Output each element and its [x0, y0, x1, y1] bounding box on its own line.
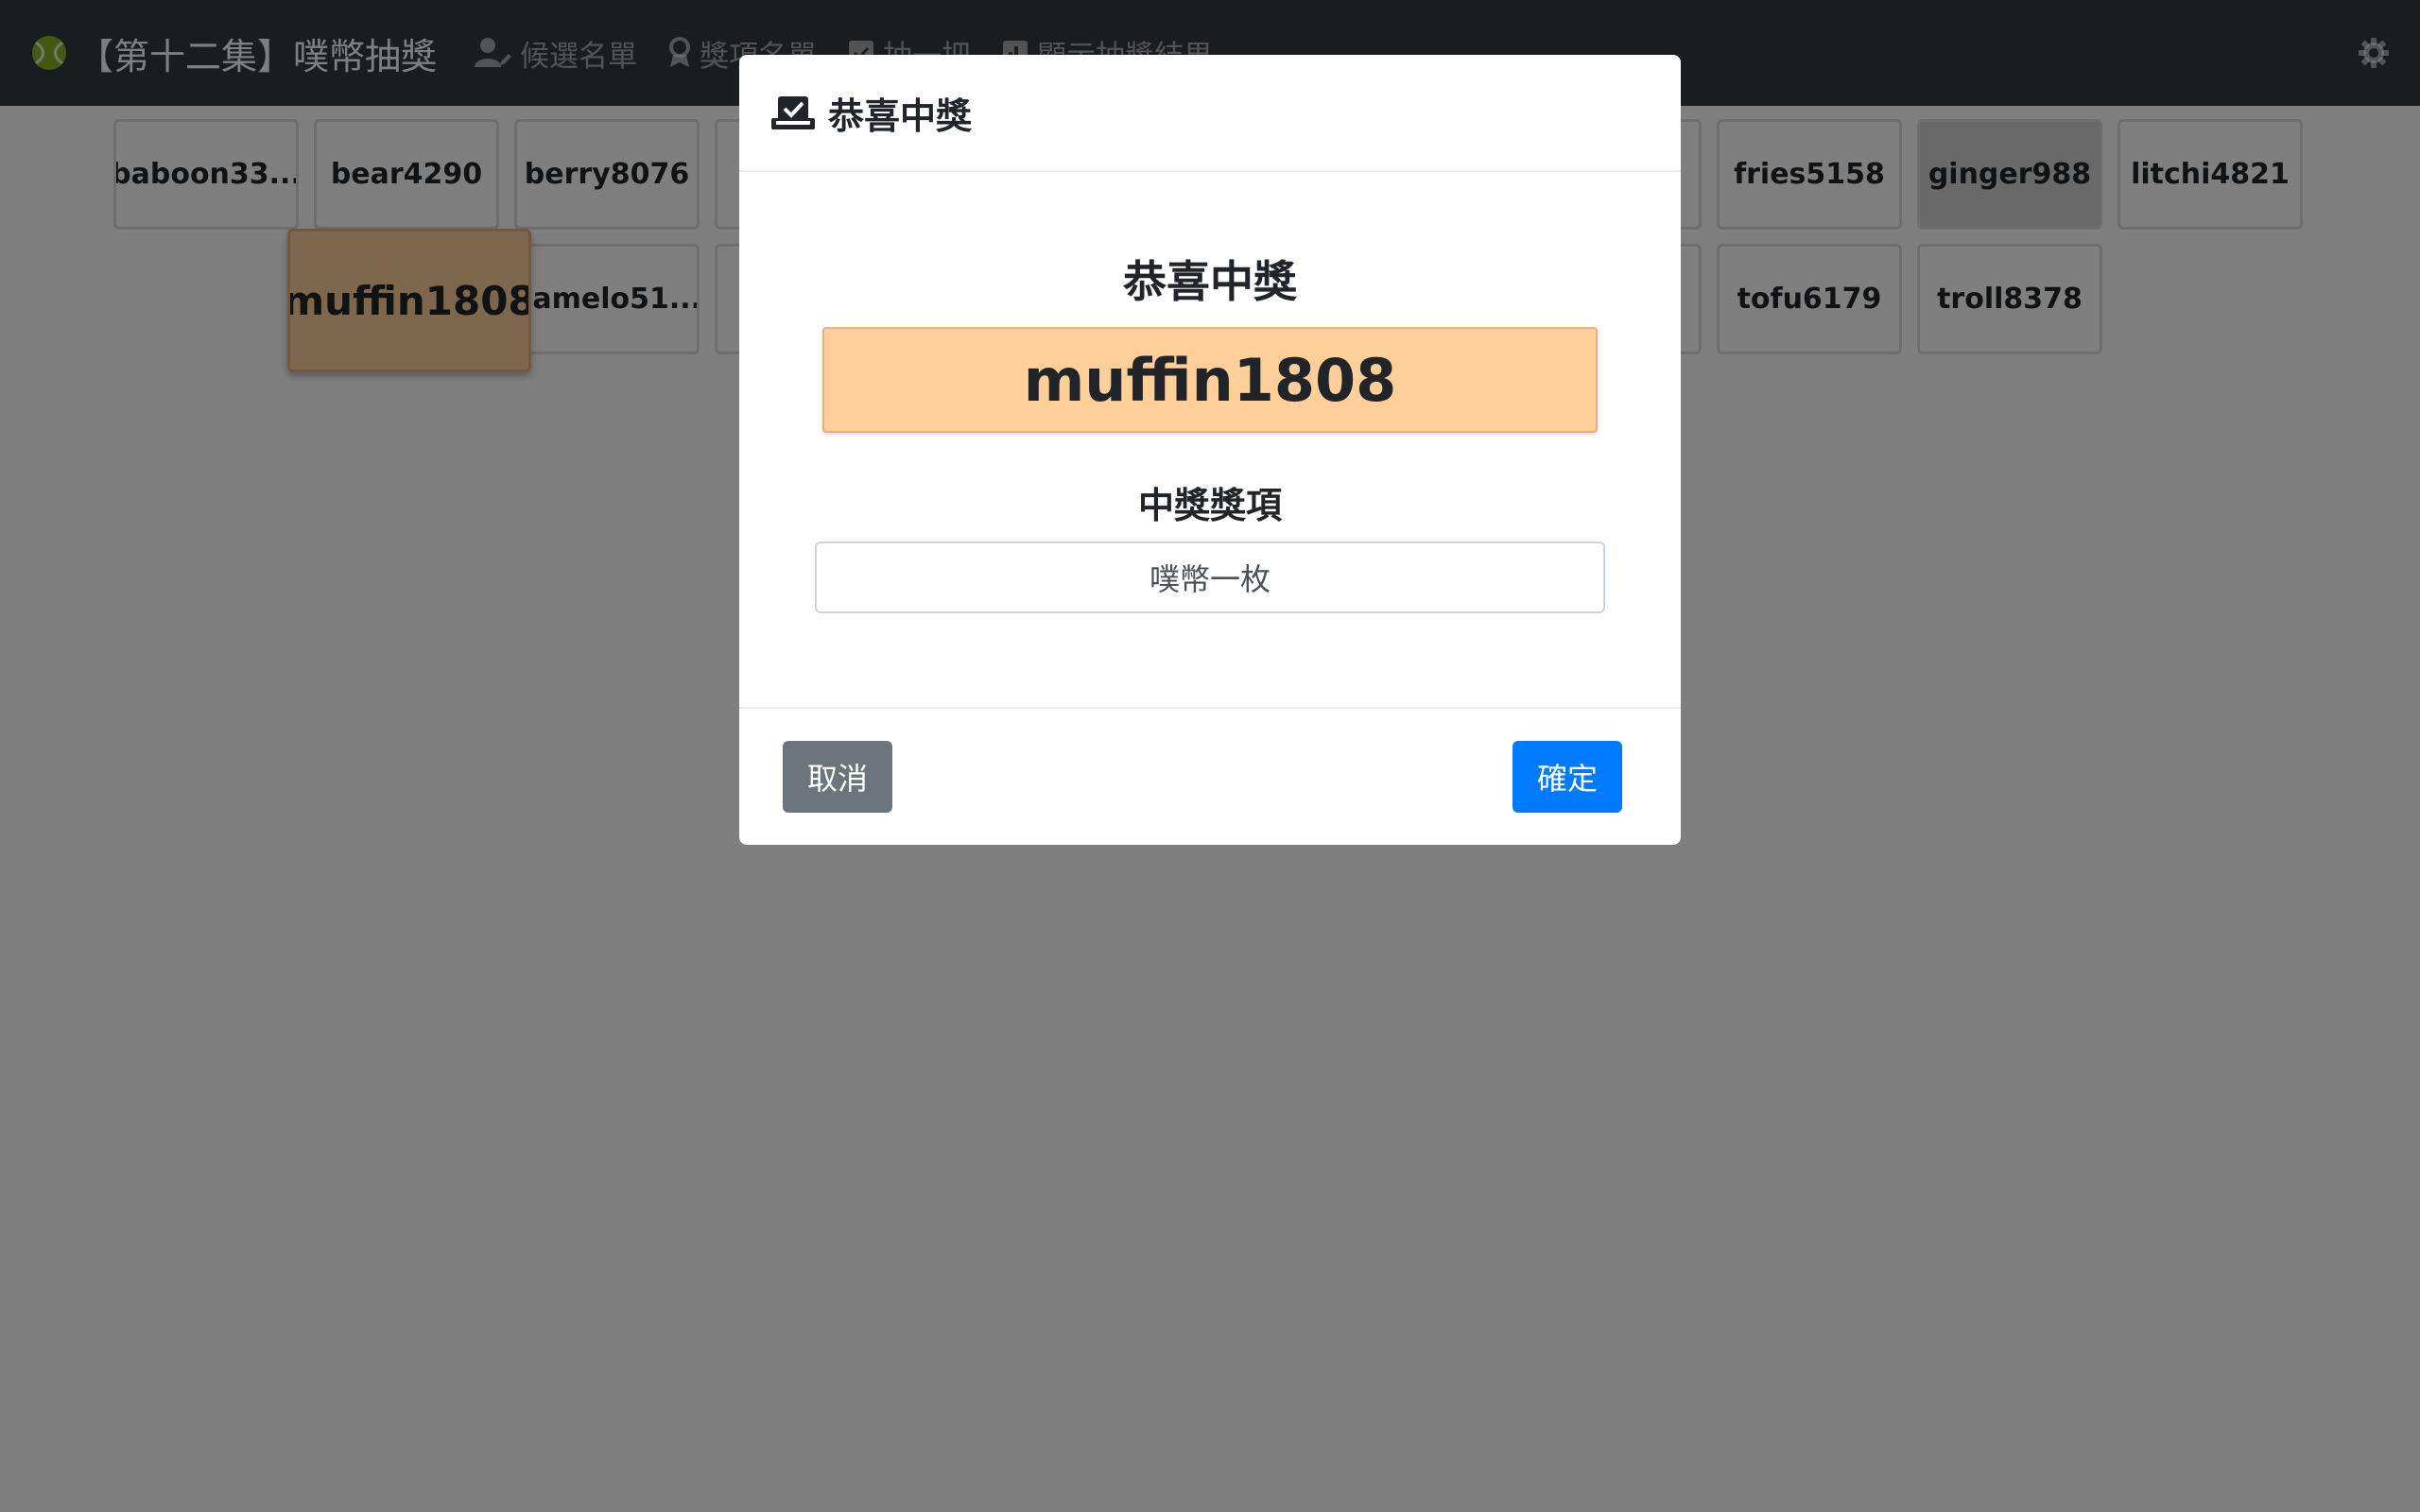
modal-body: 恭喜中獎 muffin1808 中獎獎項	[739, 172, 1681, 707]
confirm-button[interactable]: 確定	[1512, 741, 1622, 813]
prize-input[interactable]	[815, 541, 1605, 613]
winner-modal: 恭喜中獎 恭喜中獎 muffin1808 中獎獎項 取消 確定	[739, 55, 1681, 845]
modal-footer: 取消 確定	[739, 707, 1681, 845]
cancel-button[interactable]: 取消	[783, 741, 893, 813]
modal-title: 恭喜中獎	[828, 94, 973, 137]
congrats-heading: 恭喜中獎	[1123, 256, 1297, 307]
vote-box-icon	[771, 96, 815, 129]
modal-header: 恭喜中獎	[739, 55, 1681, 172]
prize-label: 中獎獎項	[1137, 485, 1282, 526]
winner-name: muffin1808	[822, 327, 1598, 433]
